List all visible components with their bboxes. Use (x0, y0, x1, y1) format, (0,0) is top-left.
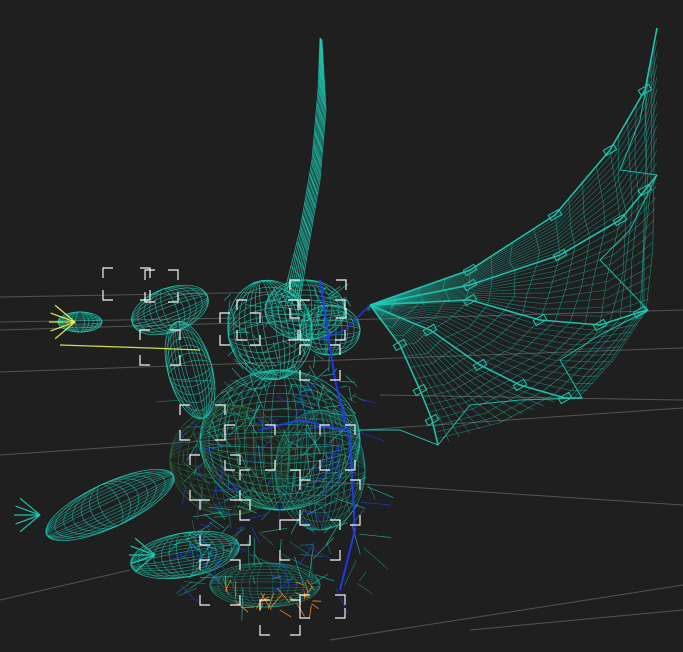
wing-membrane-line (369, 304, 632, 341)
wing-edge (360, 27, 658, 446)
viewport-canvas[interactable] (0, 0, 683, 652)
mesh-ring (89, 482, 131, 528)
wing-membrane-line (369, 89, 658, 306)
claw (19, 514, 41, 533)
mesh-part (45, 468, 175, 542)
wing-membrane-line (369, 162, 658, 306)
mesh-ring (169, 443, 291, 477)
wing-wireframe[interactable] (360, 27, 658, 446)
claw (15, 505, 41, 516)
mesh-ring (131, 284, 209, 336)
mesh-ring (46, 474, 174, 536)
wing-membrane-line (369, 304, 481, 430)
selected-edge (240, 606, 255, 609)
mesh-ring (172, 321, 208, 419)
wing-membrane-line (369, 304, 460, 438)
mesh-ring (45, 468, 175, 542)
grid-line (0, 317, 241, 323)
wing-membrane-line (369, 186, 657, 306)
corner-bracket (199, 595, 210, 606)
corner-bracket (259, 625, 270, 636)
corner-bracket (299, 608, 310, 619)
corner-bracket (139, 355, 150, 366)
wing-membrane-line (369, 52, 658, 306)
corner-bracket (168, 269, 179, 280)
grid-line (0, 291, 281, 298)
mesh-ring (131, 284, 209, 336)
wing-finger (369, 174, 658, 306)
corner-bracket (335, 608, 346, 619)
grid-line (0, 569, 131, 601)
selected-edge (279, 609, 292, 618)
wing-membrane-line (369, 64, 658, 306)
wing-membrane-line (369, 304, 534, 411)
mesh-ring (80, 481, 140, 529)
corner-bracket (102, 267, 113, 278)
corner-bracket (330, 550, 341, 561)
claw (19, 497, 41, 516)
selected-edge (308, 605, 312, 620)
3d-viewport[interactable] (0, 0, 683, 652)
claw (15, 514, 41, 525)
mesh-ring (72, 478, 148, 532)
corner-bracket (290, 625, 301, 636)
body-wireframe[interactable] (14, 37, 394, 621)
selected-edge (311, 603, 320, 610)
grid-line (329, 584, 683, 641)
mesh-ring (166, 336, 214, 404)
mesh-part (131, 284, 209, 336)
corner-bracket (189, 454, 200, 465)
mesh-ring (261, 369, 299, 511)
mesh-ring (75, 311, 85, 333)
mesh-ring (45, 468, 175, 542)
